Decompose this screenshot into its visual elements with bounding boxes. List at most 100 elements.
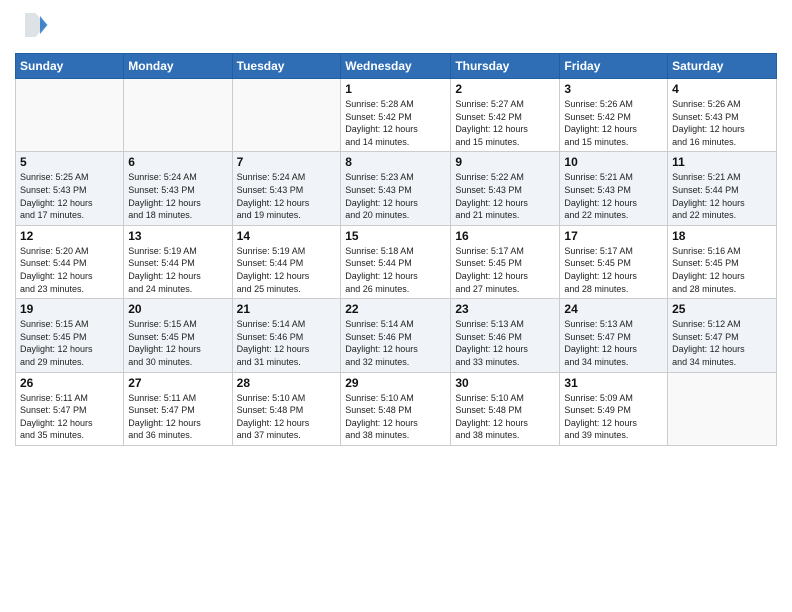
day-number: 19: [20, 302, 119, 316]
calendar-cell: 9 Sunrise: 5:22 AM Sunset: 5:43 PM Daylig…: [451, 152, 560, 225]
day-number: 9: [455, 155, 555, 169]
day-info: Sunrise: 5:15 AM Sunset: 5:45 PM Dayligh…: [20, 318, 119, 368]
day-number: 30: [455, 376, 555, 390]
day-info: Sunrise: 5:11 AM Sunset: 5:47 PM Dayligh…: [20, 392, 119, 442]
day-info: Sunrise: 5:10 AM Sunset: 5:48 PM Dayligh…: [237, 392, 337, 442]
calendar-cell: 31Sunrise: 5:09 AM Sunset: 5:49 PM Dayli…: [560, 372, 668, 445]
day-info: Sunrise: 5:21 AM Sunset: 5:44 PM Dayligh…: [672, 171, 772, 221]
day-number: 1: [345, 82, 446, 96]
weekday-header-saturday: Saturday: [668, 54, 777, 79]
day-number: 28: [237, 376, 337, 390]
day-info: Sunrise: 5:28 AM Sunset: 5:42 PM Dayligh…: [345, 98, 446, 148]
day-number: 31: [564, 376, 663, 390]
calendar-cell: 30 Sunrise: 5:10 AM Sunset: 5:48 PM Dayli…: [451, 372, 560, 445]
calendar-cell: [668, 372, 777, 445]
calendar-cell: 17Sunrise: 5:17 AM Sunset: 5:45 PM Dayli…: [560, 225, 668, 298]
day-info: Sunrise: 5:18 AM Sunset: 5:44 PM Dayligh…: [345, 245, 446, 295]
day-number: 21: [237, 302, 337, 316]
day-info: Sunrise: 5:16 AM Sunset: 5:45 PM Dayligh…: [672, 245, 772, 295]
day-info: Sunrise: 5:23 AM Sunset: 5:43 PM Dayligh…: [345, 171, 446, 221]
calendar-cell: 23 Sunrise: 5:13 AM Sunset: 5:46 PM Dayli…: [451, 299, 560, 372]
day-info: Sunrise: 5:19 AM Sunset: 5:44 PM Dayligh…: [128, 245, 227, 295]
day-number: 26: [20, 376, 119, 390]
day-number: 14: [237, 229, 337, 243]
calendar-cell: 29 Sunrise: 5:10 AM Sunset: 5:48 PM Dayli…: [341, 372, 451, 445]
day-number: 3: [564, 82, 663, 96]
calendar-cell: [124, 79, 232, 152]
calendar-cell: 21Sunrise: 5:14 AM Sunset: 5:46 PM Dayli…: [232, 299, 341, 372]
calendar-cell: 8 Sunrise: 5:23 AM Sunset: 5:43 PM Daylig…: [341, 152, 451, 225]
calendar-cell: 19 Sunrise: 5:15 AM Sunset: 5:45 PM Dayli…: [16, 299, 124, 372]
weekday-header-wednesday: Wednesday: [341, 54, 451, 79]
calendar-week-row: 19 Sunrise: 5:15 AM Sunset: 5:45 PM Dayli…: [16, 299, 777, 372]
calendar-cell: 4 Sunrise: 5:26 AM Sunset: 5:43 PM Daylig…: [668, 79, 777, 152]
calendar-cell: 20Sunrise: 5:15 AM Sunset: 5:45 PM Dayli…: [124, 299, 232, 372]
calendar-cell: 3Sunrise: 5:26 AM Sunset: 5:42 PM Daylig…: [560, 79, 668, 152]
day-info: Sunrise: 5:13 AM Sunset: 5:47 PM Dayligh…: [564, 318, 663, 368]
calendar-cell: 16Sunrise: 5:17 AM Sunset: 5:45 PM Dayli…: [451, 225, 560, 298]
day-info: Sunrise: 5:24 AM Sunset: 5:43 PM Dayligh…: [128, 171, 227, 221]
calendar-week-row: 26 Sunrise: 5:11 AM Sunset: 5:47 PM Dayli…: [16, 372, 777, 445]
day-info: Sunrise: 5:20 AM Sunset: 5:44 PM Dayligh…: [20, 245, 119, 295]
calendar-header-row: SundayMondayTuesdayWednesdayThursdayFrid…: [16, 54, 777, 79]
calendar-cell: 2 Sunrise: 5:27 AM Sunset: 5:42 PM Daylig…: [451, 79, 560, 152]
day-number: 5: [20, 155, 119, 169]
day-info: Sunrise: 5:10 AM Sunset: 5:48 PM Dayligh…: [455, 392, 555, 442]
day-number: 18: [672, 229, 772, 243]
calendar-cell: 15 Sunrise: 5:18 AM Sunset: 5:44 PM Dayli…: [341, 225, 451, 298]
day-info: Sunrise: 5:10 AM Sunset: 5:48 PM Dayligh…: [345, 392, 446, 442]
calendar-cell: 10 Sunrise: 5:21 AM Sunset: 5:43 PM Dayli…: [560, 152, 668, 225]
weekday-header-thursday: Thursday: [451, 54, 560, 79]
weekday-header-tuesday: Tuesday: [232, 54, 341, 79]
calendar-cell: 27 Sunrise: 5:11 AM Sunset: 5:47 PM Dayli…: [124, 372, 232, 445]
weekday-header-sunday: Sunday: [16, 54, 124, 79]
day-number: 23: [455, 302, 555, 316]
day-number: 27: [128, 376, 227, 390]
day-info: Sunrise: 5:25 AM Sunset: 5:43 PM Dayligh…: [20, 171, 119, 221]
header: [15, 10, 777, 45]
calendar-cell: 25 Sunrise: 5:12 AM Sunset: 5:47 PM Dayli…: [668, 299, 777, 372]
calendar-cell: 6 Sunrise: 5:24 AM Sunset: 5:43 PM Daylig…: [124, 152, 232, 225]
day-info: Sunrise: 5:24 AM Sunset: 5:43 PM Dayligh…: [237, 171, 337, 221]
day-info: Sunrise: 5:13 AM Sunset: 5:46 PM Dayligh…: [455, 318, 555, 368]
calendar-week-row: 12Sunrise: 5:20 AM Sunset: 5:44 PM Dayli…: [16, 225, 777, 298]
page: SundayMondayTuesdayWednesdayThursdayFrid…: [0, 0, 792, 612]
day-number: 10: [564, 155, 663, 169]
calendar-cell: 26 Sunrise: 5:11 AM Sunset: 5:47 PM Dayli…: [16, 372, 124, 445]
calendar-cell: 14Sunrise: 5:19 AM Sunset: 5:44 PM Dayli…: [232, 225, 341, 298]
logo-icon: [19, 10, 49, 40]
day-number: 2: [455, 82, 555, 96]
day-number: 6: [128, 155, 227, 169]
day-info: Sunrise: 5:22 AM Sunset: 5:43 PM Dayligh…: [455, 171, 555, 221]
calendar-cell: 1 Sunrise: 5:28 AM Sunset: 5:42 PM Daylig…: [341, 79, 451, 152]
calendar-cell: 28 Sunrise: 5:10 AM Sunset: 5:48 PM Dayli…: [232, 372, 341, 445]
calendar-cell: 12Sunrise: 5:20 AM Sunset: 5:44 PM Dayli…: [16, 225, 124, 298]
day-info: Sunrise: 5:27 AM Sunset: 5:42 PM Dayligh…: [455, 98, 555, 148]
calendar-cell: 18 Sunrise: 5:16 AM Sunset: 5:45 PM Dayli…: [668, 225, 777, 298]
calendar-cell: 22 Sunrise: 5:14 AM Sunset: 5:46 PM Dayli…: [341, 299, 451, 372]
day-number: 7: [237, 155, 337, 169]
day-number: 13: [128, 229, 227, 243]
day-info: Sunrise: 5:26 AM Sunset: 5:43 PM Dayligh…: [672, 98, 772, 148]
day-number: 11: [672, 155, 772, 169]
day-number: 22: [345, 302, 446, 316]
day-number: 4: [672, 82, 772, 96]
day-number: 29: [345, 376, 446, 390]
day-number: 15: [345, 229, 446, 243]
day-number: 8: [345, 155, 446, 169]
calendar-cell: 24Sunrise: 5:13 AM Sunset: 5:47 PM Dayli…: [560, 299, 668, 372]
calendar-cell: 11 Sunrise: 5:21 AM Sunset: 5:44 PM Dayli…: [668, 152, 777, 225]
calendar-cell: [16, 79, 124, 152]
weekday-header-friday: Friday: [560, 54, 668, 79]
day-info: Sunrise: 5:14 AM Sunset: 5:46 PM Dayligh…: [345, 318, 446, 368]
logo: [15, 10, 49, 45]
day-number: 25: [672, 302, 772, 316]
day-info: Sunrise: 5:21 AM Sunset: 5:43 PM Dayligh…: [564, 171, 663, 221]
calendar-cell: 7 Sunrise: 5:24 AM Sunset: 5:43 PM Daylig…: [232, 152, 341, 225]
day-number: 20: [128, 302, 227, 316]
day-info: Sunrise: 5:12 AM Sunset: 5:47 PM Dayligh…: [672, 318, 772, 368]
day-number: 17: [564, 229, 663, 243]
calendar-cell: 5 Sunrise: 5:25 AM Sunset: 5:43 PM Daylig…: [16, 152, 124, 225]
day-info: Sunrise: 5:11 AM Sunset: 5:47 PM Dayligh…: [128, 392, 227, 442]
calendar-week-row: 5 Sunrise: 5:25 AM Sunset: 5:43 PM Daylig…: [16, 152, 777, 225]
